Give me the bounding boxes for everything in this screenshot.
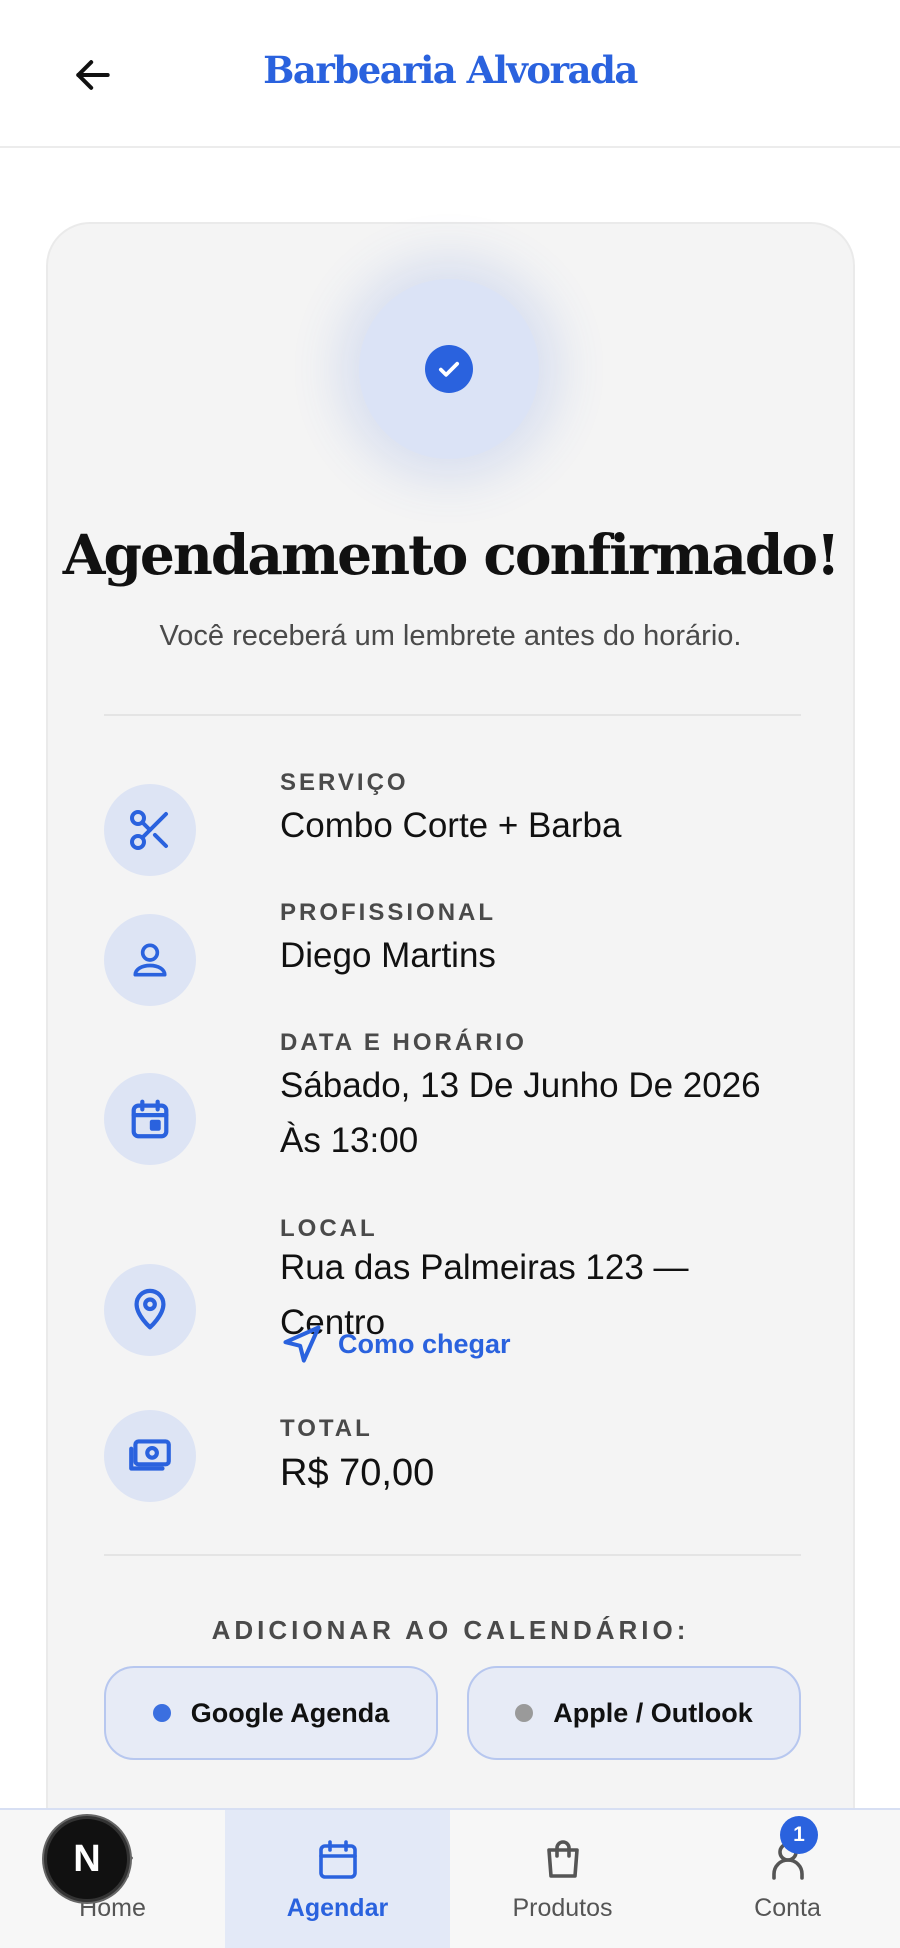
confirmation-title: Agendamento confirmado! xyxy=(62,522,840,587)
bottom-nav: Home Agendar Produtos Conta xyxy=(0,1808,900,1948)
calendar-icon xyxy=(318,1840,357,1879)
account-notification-badge: 1 xyxy=(780,1816,818,1854)
app-title: Barbearia Alvorada xyxy=(263,48,638,92)
confirmation-card: Agendamento confirmado! Você receberá um… xyxy=(46,222,855,1862)
professional-label: PROFISSIONAL xyxy=(280,899,497,926)
divider xyxy=(104,1554,801,1556)
top-bar: Barbearia Alvorada xyxy=(0,0,900,148)
user-icon xyxy=(104,914,196,1006)
datetime-label: DATA E HORÁRIO xyxy=(280,1029,527,1056)
total-label: TOTAL xyxy=(280,1415,373,1442)
service-value: Combo Corte + Barba xyxy=(280,806,622,845)
map-pin-icon xyxy=(104,1264,196,1356)
location-label: LOCAL xyxy=(280,1215,378,1242)
google-calendar-label: Google Agenda xyxy=(190,1697,390,1728)
success-badge xyxy=(359,279,539,459)
directions-label: Como chegar xyxy=(338,1328,511,1359)
calendar-heading: ADICIONAR AO CALENDÁRIO: xyxy=(211,1615,690,1645)
total-value: R$ 70,00 xyxy=(280,1452,435,1494)
datetime-value: Sábado, 13 De Junho De 2026 Às 13:00 xyxy=(280,1066,761,1160)
calendar-icon xyxy=(104,1073,196,1165)
nav-label-produtos: Produtos xyxy=(512,1894,613,1922)
service-label: SERVIÇO xyxy=(280,769,409,796)
google-dot-icon xyxy=(152,1704,171,1722)
directions-link[interactable]: Como chegar xyxy=(280,1322,511,1366)
add-google-calendar-button[interactable]: Google Agenda xyxy=(104,1666,438,1760)
dev-tools-button[interactable]: N xyxy=(44,1816,130,1902)
nav-label-agendar: Agendar xyxy=(286,1894,389,1922)
add-apple-outlook-calendar-button[interactable]: Apple / Outlook xyxy=(467,1666,801,1760)
nav-item-produtos[interactable]: Produtos xyxy=(450,1810,675,1948)
shopping-bag-icon xyxy=(546,1840,579,1878)
confirmation-subtitle: Você receberá um lembrete antes do horár… xyxy=(159,620,742,652)
scissors-icon xyxy=(104,784,196,876)
navigation-arrow-icon xyxy=(283,1325,321,1363)
nav-item-agendar[interactable]: Agendar xyxy=(225,1810,450,1948)
apple-calendar-label: Apple / Outlook xyxy=(553,1697,753,1728)
money-icon xyxy=(104,1410,196,1502)
divider xyxy=(104,714,801,716)
apple-dot-icon xyxy=(515,1704,534,1722)
professional-value: Diego Martins xyxy=(280,936,496,975)
check-icon xyxy=(425,345,473,393)
nav-label-conta: Conta xyxy=(754,1894,821,1922)
